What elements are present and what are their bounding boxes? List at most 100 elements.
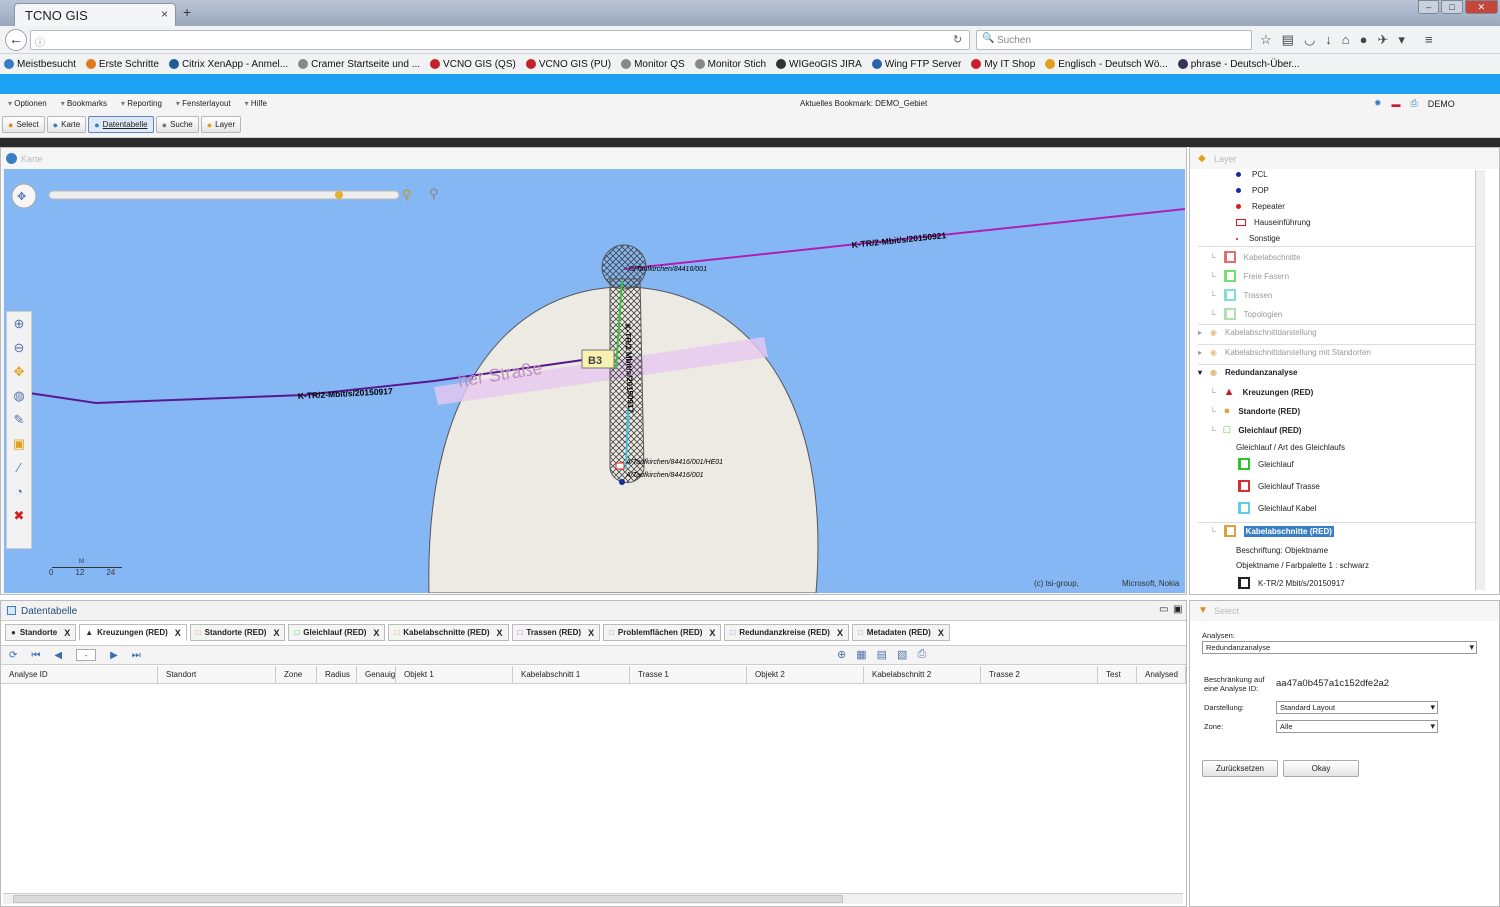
column-header[interactable]: Trasse 2 <box>981 666 1098 684</box>
bookmark-item[interactable]: Erste Schritte <box>85 59 159 70</box>
kabelabschnitte-red-item[interactable]: └ Kabelabschnitte (RED) <box>1210 525 1334 537</box>
column-header[interactable]: Radius <box>317 666 357 684</box>
clear-icon[interactable]: ✖ <box>7 504 31 528</box>
minimize-panel-icon[interactable]: ▭ <box>1159 604 1168 615</box>
toolbar-suche-button[interactable]: ● Suche <box>155 116 199 133</box>
column-header[interactable]: Kabelabschnitt 2 <box>864 666 981 684</box>
column-header[interactable]: Objekt 1 <box>396 666 513 684</box>
export-icon[interactable]: ▤ <box>877 648 887 661</box>
datatable-tab[interactable]: □ Kabelabschnitte (RED) X <box>388 624 509 641</box>
chat-icon[interactable]: ● <box>1360 32 1368 48</box>
globe-nav-icon[interactable]: ◍ <box>7 384 31 408</box>
bookmark-star-icon[interactable]: ☆ <box>1260 32 1272 48</box>
browser-search-input[interactable]: 🔍 Suchen <box>976 30 1252 50</box>
menu-item[interactable]: Bookmarks <box>61 99 107 108</box>
close-window-icon[interactable]: ✕ <box>1464 0 1498 14</box>
column-header[interactable]: Analysed <box>1137 666 1186 684</box>
toolbar-layer-button[interactable]: ● Layer <box>200 116 242 133</box>
zoom-to-selection-icon[interactable]: ⊕ <box>837 648 846 661</box>
select-area-icon[interactable]: ▣ <box>7 432 31 456</box>
bookmark-item[interactable]: Citrix XenApp - Anmel... <box>168 59 288 70</box>
datatable-tab[interactable]: ● Standorte X <box>5 624 77 641</box>
zoom-in-icon[interactable]: ⊕ <box>7 312 31 336</box>
maximize-panel-icon[interactable]: ▣ <box>1173 604 1182 615</box>
datatable-tab[interactable]: □ Problemflächen (RED) X <box>603 624 722 641</box>
bookmark-item[interactable]: Monitor Stich <box>694 59 766 70</box>
datatable-hscrollbar[interactable] <box>3 893 1183 904</box>
history-icon[interactable]: ◔ <box>7 480 31 504</box>
bookmark-item[interactable]: Wing FTP Server <box>871 59 961 70</box>
bookmark-item[interactable]: Monitor QS <box>621 59 685 70</box>
dropdown-icon[interactable]: ▾ <box>1398 32 1405 48</box>
datatable-tab[interactable]: □ Standorte (RED) X <box>189 624 286 641</box>
analysis-id-field[interactable]: aa47a0b457a1c152dfe2a2 <box>1276 678 1389 689</box>
prev-page-icon[interactable]: ◀ <box>54 650 62 661</box>
printer-icon[interactable]: ⎙ <box>1411 98 1418 109</box>
zoom-out-icon[interactable]: ⊖ <box>7 336 31 360</box>
home-icon[interactable]: ⌂ <box>1342 32 1350 48</box>
layer-group[interactable]: ▸ ◉ Kabelabschnittdarstellung mit Standort… <box>1198 348 1371 357</box>
settings-icon[interactable]: ✹ <box>1374 98 1382 109</box>
toolbar-karte-button[interactable]: ● Karte <box>46 116 87 133</box>
reset-button[interactable]: Zurücksetzen <box>1202 760 1278 777</box>
hscroll-thumb[interactable] <box>13 895 843 903</box>
minimize-icon[interactable]: – <box>1418 0 1440 14</box>
layer-scrollbar[interactable] <box>1475 170 1485 590</box>
tab-close-icon[interactable]: X <box>709 628 715 638</box>
analysen-select[interactable]: Redundanzanalyse <box>1202 641 1477 654</box>
tab-close-icon[interactable]: X <box>373 628 379 638</box>
tab-close-icon[interactable]: × <box>161 7 168 21</box>
redundancy-layer-item[interactable]: └ ● Standorte (RED) <box>1210 405 1300 417</box>
download-icon[interactable]: ↓ <box>1325 32 1332 48</box>
menu-item[interactable]: Fensterlayout <box>176 99 230 108</box>
layer-item[interactable]: └ Trassen <box>1210 289 1272 301</box>
bookmark-item[interactable]: phrase - Deutsch-Über... <box>1177 59 1300 70</box>
menu-item[interactable]: Reporting <box>121 99 162 108</box>
map-svg[interactable]: B3 her Straße K-TR/2-Mbit/s/20150921 K-T… <box>4 169 1185 593</box>
layer-point-item[interactable]: Repeater <box>1236 202 1285 211</box>
bookmark-item[interactable]: VCNO GIS (PU) <box>525 59 611 70</box>
excel-icon[interactable]: ▧ <box>897 648 907 661</box>
tab-close-icon[interactable]: X <box>588 628 594 638</box>
line-tool-icon[interactable]: ∕ <box>7 456 31 480</box>
maximize-icon[interactable]: □ <box>1441 0 1463 14</box>
column-header[interactable]: Genauig <box>357 666 396 684</box>
tab-close-icon[interactable]: X <box>273 628 279 638</box>
back-icon[interactable]: ← <box>5 29 27 51</box>
info-icon[interactable]: ⓘ <box>35 34 45 49</box>
zone-select[interactable]: Alle <box>1276 720 1438 733</box>
bookmark-item[interactable]: Englisch - Deutsch Wö... <box>1045 59 1168 70</box>
darstellung-select[interactable]: Standard Layout <box>1276 701 1438 714</box>
layer-item[interactable]: └ Kabelabschnitte <box>1210 251 1301 263</box>
tab-close-icon[interactable]: X <box>175 628 181 638</box>
reading-list-icon[interactable]: ▤ <box>1282 32 1294 48</box>
new-tab-icon[interactable]: + <box>183 4 191 20</box>
next-page-icon[interactable]: ▶ <box>110 650 118 661</box>
menu-item[interactable]: Hilfe <box>245 99 267 108</box>
measure-icon[interactable]: ✎ <box>7 408 31 432</box>
last-page-icon[interactable]: ⏭ <box>132 650 141 661</box>
browser-tab[interactable]: TCNO GIS × <box>14 3 176 26</box>
user-name[interactable]: DEMO <box>1428 99 1455 109</box>
toolbar-datentabelle-button[interactable]: ● Datentabelle <box>88 116 154 133</box>
column-header[interactable]: Trasse 1 <box>630 666 747 684</box>
pocket-icon[interactable]: ◡ <box>1304 32 1315 48</box>
tab-close-icon[interactable]: X <box>64 628 70 638</box>
datatable-tab[interactable]: ▲ Kreuzungen (RED) X <box>79 624 187 641</box>
tab-close-icon[interactable]: X <box>837 628 843 638</box>
column-header[interactable]: Zone <box>276 666 317 684</box>
layer-item[interactable]: └ Topologien <box>1210 308 1282 320</box>
first-page-icon[interactable]: ⏮ <box>31 650 40 661</box>
bookmark-item[interactable]: Meistbesucht <box>4 59 76 70</box>
menu-item[interactable]: Optionen <box>8 99 46 108</box>
bookmark-item[interactable]: VCNO GIS (QS) <box>430 59 516 70</box>
datatable-tab[interactable]: □ Gleichlauf (RED) X <box>288 624 386 641</box>
refresh-icon[interactable]: ⟳ <box>9 650 17 661</box>
url-bar[interactable]: ⓘ ↻ <box>30 30 970 50</box>
column-header[interactable]: Kabelabschnitt 1 <box>513 666 630 684</box>
bookmark-item[interactable]: My IT Shop <box>971 59 1035 70</box>
datatable-tab[interactable]: □ Metadaten (RED) X <box>851 624 950 641</box>
tab-close-icon[interactable]: X <box>497 628 503 638</box>
layer-point-item[interactable]: POP <box>1236 186 1269 195</box>
tab-close-icon[interactable]: X <box>938 628 944 638</box>
